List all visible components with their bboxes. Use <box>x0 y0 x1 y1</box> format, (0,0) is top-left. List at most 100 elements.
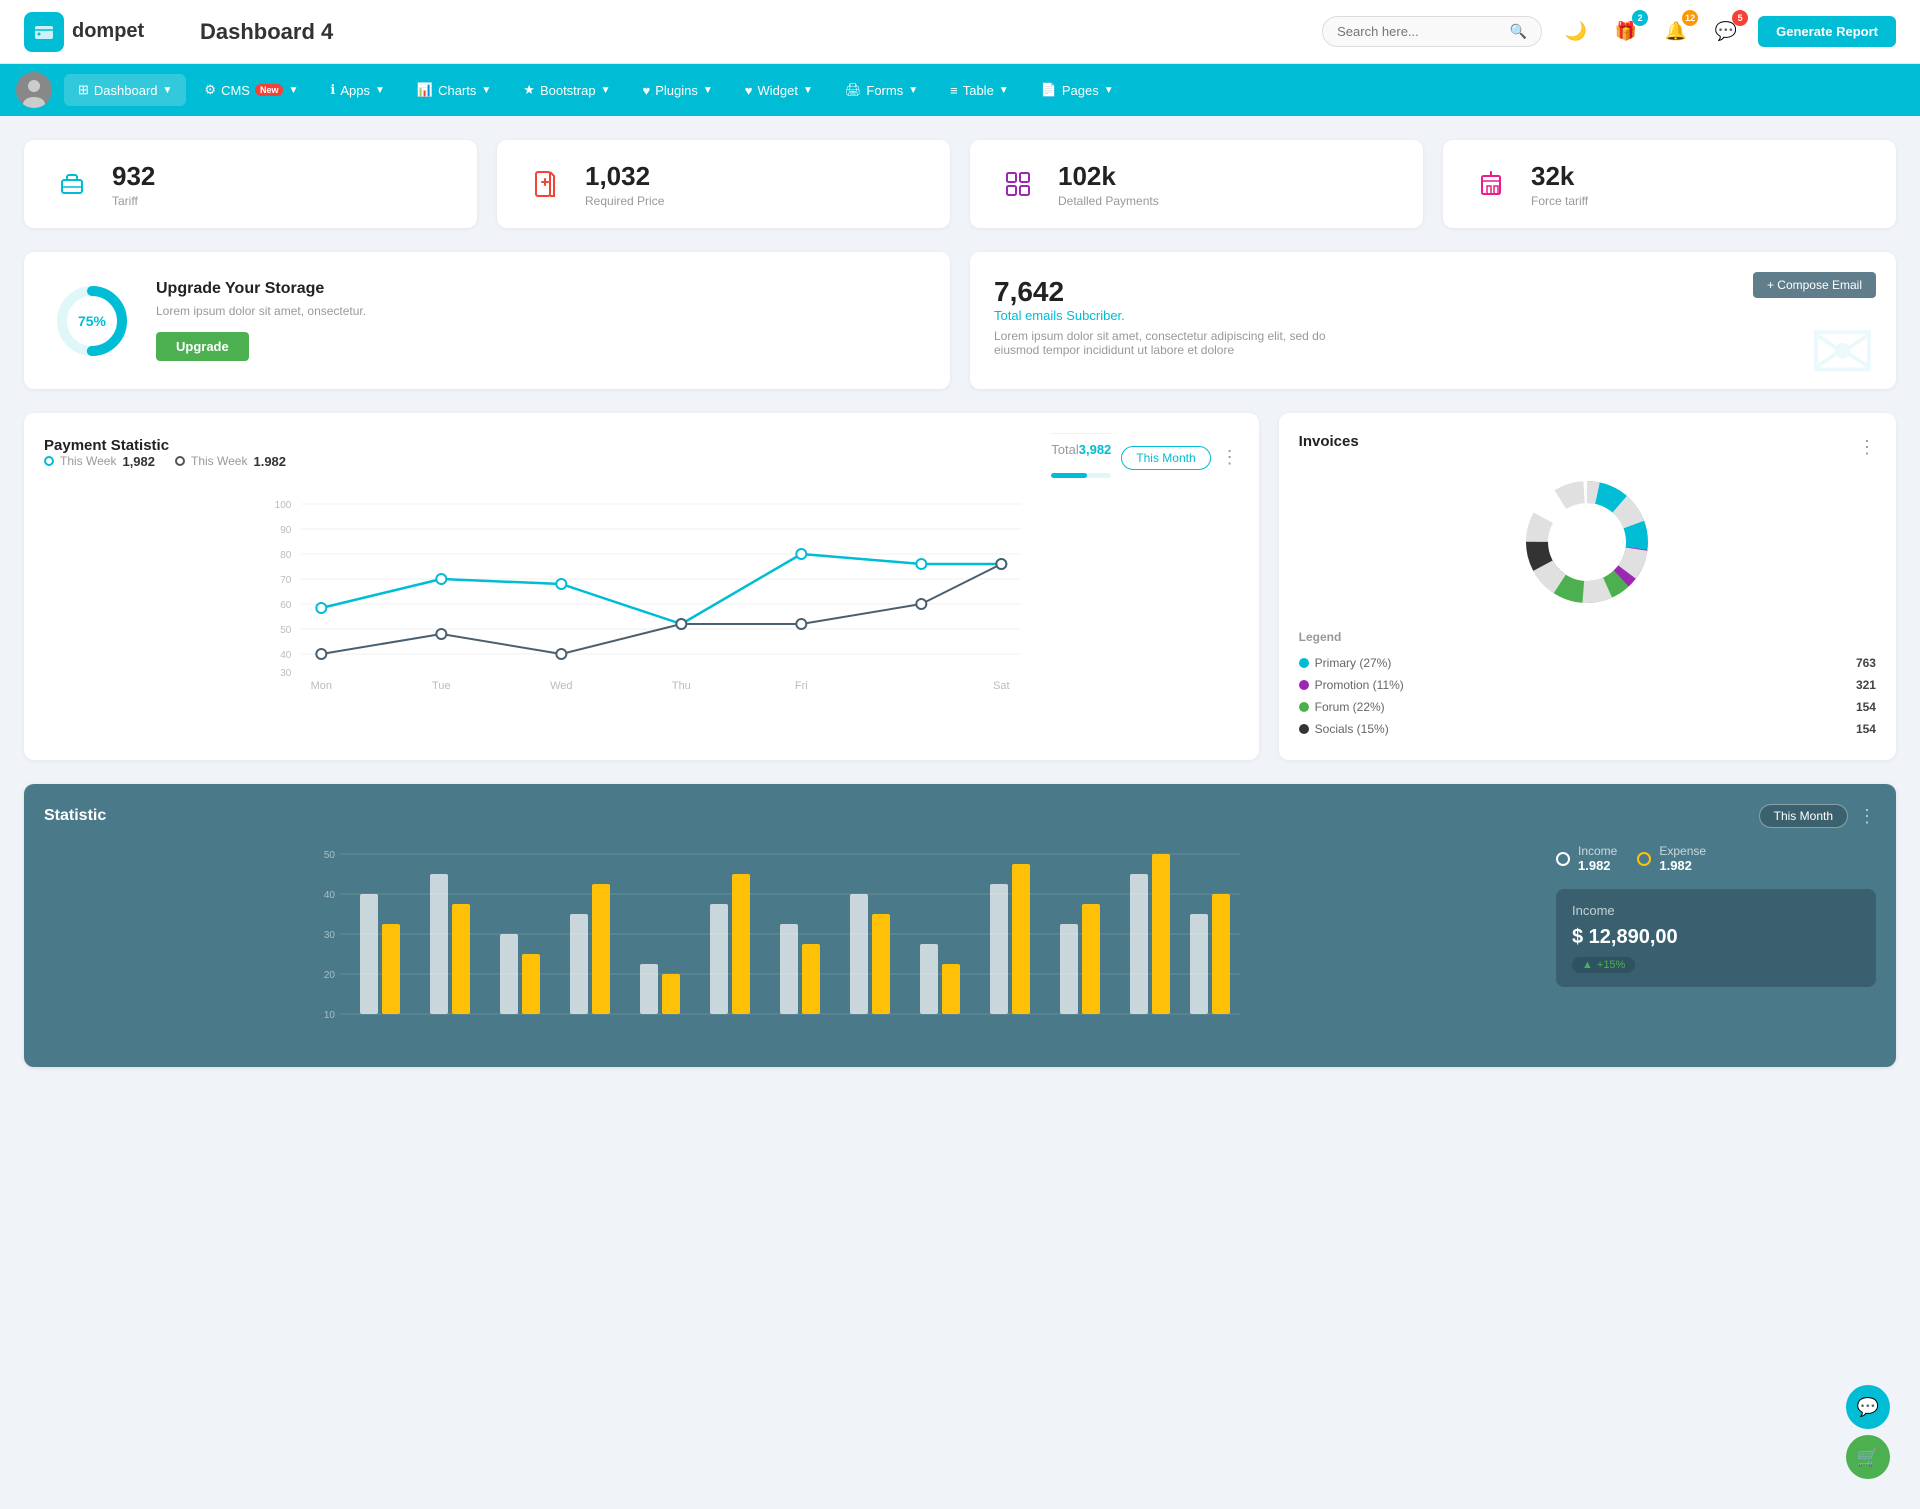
statistic-this-month-button[interactable]: This Month <box>1759 804 1848 828</box>
total-row: Total 3,982 <box>1051 433 1111 465</box>
promotion-label: Promotion (11%) <box>1315 678 1856 692</box>
nav-label-forms: Forms <box>866 83 903 98</box>
progress-bar <box>1051 473 1111 478</box>
svg-text:90: 90 <box>280 525 292 536</box>
income-dot <box>1556 852 1570 866</box>
email-sub-label: Total emails Subcriber. <box>994 308 1872 323</box>
stat-card-detailed-payments: 102k Detalled Payments <box>970 140 1423 228</box>
new-badge: New <box>255 84 284 96</box>
svg-text:Tue: Tue <box>432 680 451 692</box>
upgrade-donut: 75% <box>52 281 132 361</box>
income-badge: ▲ +15% <box>1572 957 1635 973</box>
svg-text:40: 40 <box>280 650 292 661</box>
svg-text:50: 50 <box>280 625 292 636</box>
promotion-color-dot <box>1299 680 1309 690</box>
cart-floating-button[interactable]: 🛒 <box>1846 1435 1890 1479</box>
search-input[interactable] <box>1337 24 1502 39</box>
charts-icon: 📊 <box>417 82 433 98</box>
logo-icon <box>24 12 64 52</box>
forms-icon: 🖨 <box>845 82 862 98</box>
nav-avatar <box>16 72 52 108</box>
up-arrow-icon: ▲ <box>1582 959 1593 971</box>
forum-color-dot <box>1299 702 1309 712</box>
income-detail-amount: $ 12,890,00 <box>1572 926 1860 949</box>
svg-text:Wed: Wed <box>550 680 572 692</box>
chevron-down-icon-plugins: ▼ <box>703 85 713 96</box>
widget-icon: ♥ <box>745 83 753 98</box>
sidebar-item-apps[interactable]: ℹ Apps ▼ <box>316 74 399 106</box>
file-plus-icon <box>521 160 569 208</box>
legend-item-promotion: Promotion (11%) 321 <box>1299 674 1876 696</box>
search-box[interactable]: 🔍 <box>1322 16 1542 47</box>
sidebar-item-charts[interactable]: 📊 Charts ▼ <box>403 74 505 106</box>
chart-header: Payment Statistic This Week 1,982 This W… <box>44 433 1239 482</box>
generate-report-button[interactable]: Generate Report <box>1758 16 1896 47</box>
statistic-header: Statistic This Month ⋮ <box>44 804 1876 828</box>
bar-chart: 50 40 30 20 10 <box>44 844 1536 1044</box>
chart-controls: Total 3,982 This Month ⋮ <box>1051 433 1238 482</box>
building-icon <box>1467 160 1515 208</box>
invoices-options-button[interactable]: ⋮ <box>1858 437 1876 458</box>
apps-icon: ℹ <box>330 82 335 98</box>
primary-count: 763 <box>1856 656 1876 670</box>
legend-label-2: This Week <box>191 454 247 468</box>
legend-dot-1 <box>44 456 54 466</box>
upgrade-desc: Lorem ipsum dolor sit amet, onsectetur. <box>156 304 366 318</box>
gift-button[interactable]: 🎁 2 <box>1608 14 1644 50</box>
search-icon: 🔍 <box>1510 23 1527 40</box>
nav-label-apps: Apps <box>340 83 370 98</box>
statistic-layout: 50 40 30 20 10 <box>44 844 1876 1047</box>
main-content: 932 Tariff 1,032 Required Price 102k Det… <box>0 116 1920 1091</box>
sidebar-item-table[interactable]: ≡ Table ▼ <box>936 75 1023 106</box>
invoices-title: Invoices <box>1299 433 1359 450</box>
nav-label-pages: Pages <box>1062 83 1099 98</box>
payment-statistic-card: Payment Statistic This Week 1,982 This W… <box>24 413 1259 760</box>
statistic-title: Statistic <box>44 807 106 825</box>
stat-label-tariff: Tariff <box>112 194 155 208</box>
bootstrap-icon: ★ <box>523 82 535 98</box>
email-count: 7,642 <box>994 276 1872 308</box>
upgrade-title: Upgrade Your Storage <box>156 280 366 298</box>
this-month-button[interactable]: This Month <box>1121 446 1210 470</box>
sidebar-item-plugins[interactable]: ♥ Plugins ▼ <box>629 75 727 106</box>
legend-val-1: 1,982 <box>122 454 155 469</box>
nav-label-table: Table <box>963 83 994 98</box>
compose-email-button[interactable]: + Compose Email <box>1753 272 1876 298</box>
sidebar-item-pages[interactable]: 📄 Pages ▼ <box>1027 74 1128 106</box>
line-chart: 100 90 80 70 60 50 40 30 <box>44 494 1239 694</box>
chevron-down-icon-cms: ▼ <box>288 85 298 96</box>
sidebar-item-dashboard[interactable]: ⊞ Dashboard ▼ <box>64 74 186 106</box>
bar-chart-area: 50 40 30 20 10 <box>44 844 1536 1047</box>
gift-badge: 2 <box>1632 10 1648 26</box>
chevron-down-icon: ▼ <box>163 85 173 96</box>
theme-toggle-button[interactable]: 🌙 <box>1558 14 1594 50</box>
total-label: Total <box>1051 442 1078 457</box>
upgrade-button[interactable]: Upgrade <box>156 332 249 361</box>
expense-item: Expense 1.982 <box>1637 844 1706 873</box>
primary-label: Primary (27%) <box>1315 656 1856 670</box>
chevron-down-icon-widget: ▼ <box>803 85 813 96</box>
messages-button[interactable]: 💬 5 <box>1708 14 1744 50</box>
pages-icon: 📄 <box>1041 82 1057 98</box>
options-button[interactable]: ⋮ <box>1221 447 1239 468</box>
legend-item-2: This Week 1.982 <box>175 454 286 469</box>
forum-count: 154 <box>1856 700 1876 714</box>
stat-label-force-tariff: Force tariff <box>1531 194 1588 208</box>
chevron-down-icon-charts: ▼ <box>481 85 491 96</box>
sidebar-item-forms[interactable]: 🖨 Forms ▼ <box>831 74 932 106</box>
cms-icon: ⚙ <box>204 82 216 98</box>
plugins-icon: ♥ <box>643 83 651 98</box>
svg-text:40: 40 <box>324 890 336 901</box>
email-card: + Compose Email 7,642 Total emails Subcr… <box>970 252 1896 389</box>
notifications-button[interactable]: 🔔 12 <box>1658 14 1694 50</box>
sidebar-item-widget[interactable]: ♥ Widget ▼ <box>731 75 827 106</box>
socials-count: 154 <box>1856 722 1876 736</box>
sidebar-item-cms[interactable]: ⚙ CMS New ▼ <box>190 74 312 106</box>
statistic-options-button[interactable]: ⋮ <box>1858 806 1876 827</box>
svg-text:Thu: Thu <box>672 680 691 692</box>
msg-badge: 5 <box>1732 10 1748 26</box>
chat-floating-button[interactable]: 💬 <box>1846 1385 1890 1429</box>
sidebar-item-bootstrap[interactable]: ★ Bootstrap ▼ <box>509 74 624 106</box>
total-val: 3,982 <box>1079 442 1112 457</box>
svg-text:Mon: Mon <box>311 680 332 692</box>
